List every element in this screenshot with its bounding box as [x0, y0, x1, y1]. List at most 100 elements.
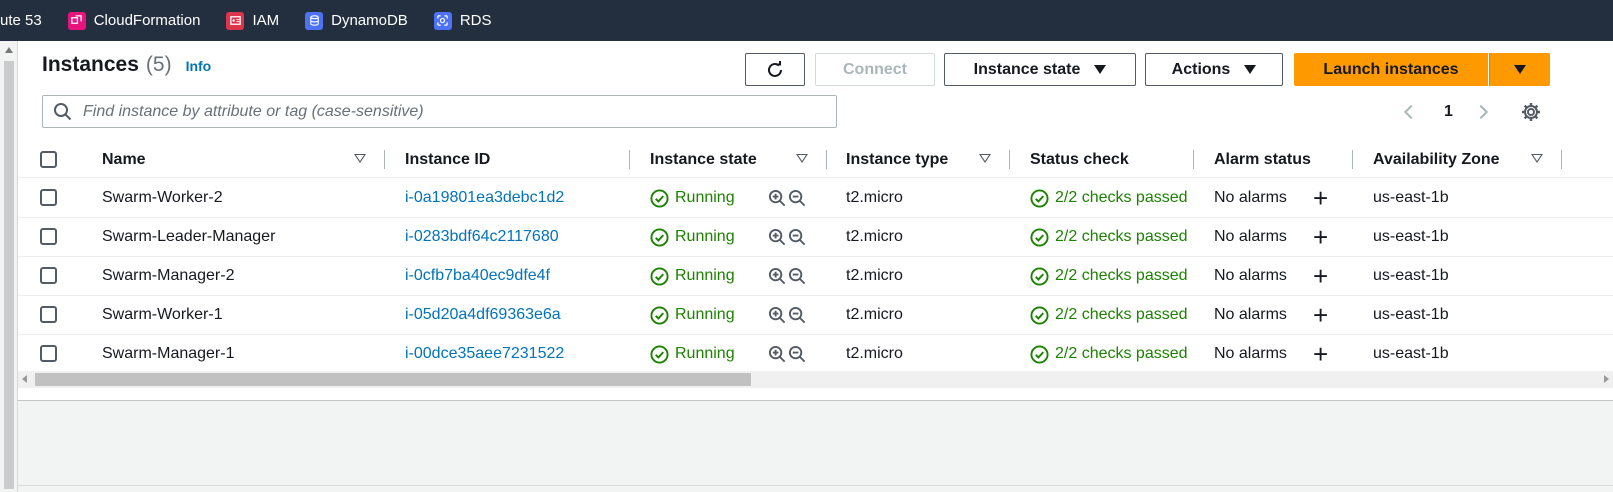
row-checkbox[interactable] — [40, 267, 57, 284]
column-divider[interactable] — [384, 150, 385, 169]
sort-icon[interactable] — [979, 154, 991, 163]
instance-name: Swarm-Leader-Manager — [102, 228, 276, 245]
status-check[interactable]: 2/2 checks passed — [1030, 335, 1193, 373]
add-alarm-icon[interactable]: + — [1313, 179, 1328, 217]
vertical-scrollbar[interactable] — [0, 41, 18, 492]
column-divider[interactable] — [1352, 150, 1353, 169]
column-label: Name — [102, 150, 146, 168]
column-header-name[interactable]: Name — [102, 141, 146, 178]
instance-state-dropdown[interactable]: Instance state — [944, 53, 1136, 86]
zoom-out-icon[interactable] — [788, 179, 807, 217]
add-alarm-icon[interactable]: + — [1313, 296, 1328, 334]
scroll-left-arrow-icon[interactable] — [22, 375, 27, 383]
zoom-out-icon[interactable] — [788, 296, 807, 334]
horizontal-scrollbar[interactable] — [18, 371, 1613, 388]
instance-type: t2.micro — [846, 345, 903, 362]
table-row[interactable]: Swarm-Manager-1 i-00dce35aee7231522 Runn… — [18, 335, 1613, 374]
column-divider[interactable] — [826, 150, 827, 169]
instance-state-text: Running — [675, 345, 735, 362]
alarm-status: No alarms — [1214, 306, 1287, 323]
table-row[interactable]: Swarm-Manager-2 i-0cfb7ba40ec9dfe4f Runn… — [18, 257, 1613, 296]
panel-header: Instances (5) Info — [42, 53, 211, 77]
instance-state-text: Running — [675, 228, 735, 245]
instance-name: Swarm-Worker-2 — [102, 189, 223, 206]
instances-panel: Instances (5) Info Connect Instance stat… — [18, 41, 1613, 401]
favorite-dynamodb[interactable]: DynamoDB — [305, 11, 408, 30]
zoom-in-icon[interactable] — [768, 257, 787, 295]
column-header-status-check[interactable]: Status check — [1030, 141, 1129, 178]
instance-id-link[interactable]: i-0283bdf64c2117680 — [405, 218, 559, 256]
column-header-alarm-status[interactable]: Alarm status — [1214, 141, 1311, 178]
current-page[interactable]: 1 — [1444, 95, 1453, 128]
connect-button[interactable]: Connect — [815, 53, 935, 86]
next-page-icon[interactable] — [1473, 104, 1489, 119]
row-checkbox[interactable] — [40, 306, 57, 323]
status-check[interactable]: 2/2 checks passed — [1030, 296, 1193, 334]
row-checkbox[interactable] — [40, 189, 57, 206]
column-divider[interactable] — [1561, 150, 1562, 169]
scroll-up-arrow-icon[interactable] — [5, 47, 13, 53]
favorite-route53[interactable]: ute 53 — [0, 12, 42, 29]
select-all-checkbox[interactable] — [40, 151, 57, 168]
zoom-in-icon[interactable] — [768, 296, 787, 334]
actions-dropdown[interactable]: Actions — [1145, 53, 1283, 86]
add-alarm-icon[interactable]: + — [1313, 335, 1328, 373]
rds-icon — [433, 11, 452, 30]
zoom-out-icon[interactable] — [788, 218, 807, 256]
column-header-instance-state[interactable]: Instance state — [650, 141, 757, 178]
zoom-out-icon[interactable] — [788, 335, 807, 373]
favorite-rds[interactable]: RDS — [433, 11, 491, 30]
instance-id-link[interactable]: i-0a19801ea3debc1d2 — [405, 179, 564, 217]
table-row[interactable]: Swarm-Worker-2 i-0a19801ea3debc1d2 Runni… — [18, 179, 1613, 218]
zoom-out-icon[interactable] — [788, 257, 807, 295]
refresh-icon — [768, 60, 782, 77]
row-checkbox[interactable] — [40, 228, 57, 245]
column-header-availability-zone[interactable]: Availability Zone — [1373, 141, 1500, 178]
instance-id-link[interactable]: i-05d20a4df69363e6a — [405, 296, 561, 334]
status-check[interactable]: 2/2 checks passed — [1030, 218, 1193, 256]
instance-id-link[interactable]: i-0cfb7ba40ec9dfe4f — [405, 257, 550, 295]
table-row[interactable]: Swarm-Leader-Manager i-0283bdf64c2117680… — [18, 218, 1613, 257]
scrollbar-thumb[interactable] — [35, 373, 751, 386]
zoom-in-icon[interactable] — [768, 335, 787, 373]
success-check-icon — [650, 227, 669, 247]
availability-zone: us-east-1b — [1373, 306, 1449, 323]
instance-state-label: Instance state — [973, 60, 1081, 78]
success-check-icon — [1030, 188, 1049, 208]
sort-icon[interactable] — [796, 154, 808, 163]
zoom-in-icon[interactable] — [768, 218, 787, 256]
column-divider[interactable] — [1009, 150, 1010, 169]
favorite-iam[interactable]: IAM — [226, 11, 279, 30]
scroll-right-arrow-icon[interactable] — [1604, 375, 1609, 383]
info-link[interactable]: Info — [186, 58, 212, 74]
preferences-button[interactable] — [1520, 95, 1542, 128]
status-check-text: 2/2 checks passed — [1055, 267, 1188, 284]
sort-icon[interactable] — [1531, 154, 1543, 163]
refresh-button[interactable] — [745, 53, 805, 86]
column-divider[interactable] — [629, 150, 630, 169]
zoom-in-icon[interactable] — [768, 179, 787, 217]
add-alarm-icon[interactable]: + — [1313, 257, 1328, 295]
availability-zone: us-east-1b — [1373, 267, 1449, 284]
status-check[interactable]: 2/2 checks passed — [1030, 257, 1193, 295]
column-header-instance-id[interactable]: Instance ID — [405, 141, 490, 178]
status-check[interactable]: 2/2 checks passed — [1030, 179, 1193, 217]
sort-icon[interactable] — [354, 154, 366, 163]
row-checkbox[interactable] — [40, 345, 57, 362]
table-row[interactable]: Swarm-Worker-1 i-05d20a4df69363e6a Runni… — [18, 296, 1613, 335]
instance-id-link[interactable]: i-00dce35aee7231522 — [405, 335, 564, 373]
next-page[interactable] — [1473, 95, 1489, 128]
add-alarm-icon[interactable]: + — [1313, 218, 1328, 256]
column-divider[interactable] — [1193, 150, 1194, 169]
search-input[interactable] — [83, 102, 823, 121]
launch-options-dropdown[interactable] — [1489, 53, 1550, 86]
success-check-icon — [650, 305, 669, 325]
launch-instances-label: Launch instances — [1323, 60, 1459, 78]
launch-instances-button[interactable]: Launch instances — [1294, 53, 1488, 86]
previous-page-icon[interactable] — [1403, 104, 1419, 119]
column-header-instance-type[interactable]: Instance type — [846, 141, 948, 178]
column-label: Status check — [1030, 150, 1129, 168]
search-box[interactable] — [42, 95, 837, 128]
scrollbar-thumb[interactable] — [4, 61, 14, 489]
favorite-cloudformation[interactable]: CloudFormation — [67, 11, 200, 30]
